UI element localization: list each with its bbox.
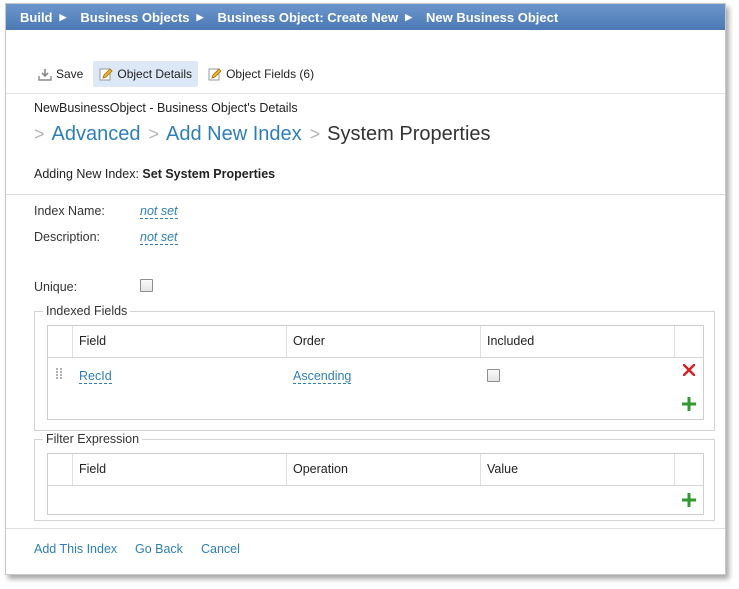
edit-icon — [99, 68, 113, 81]
add-row-icon[interactable] — [682, 493, 696, 507]
heading-link-advanced[interactable]: Advanced — [52, 123, 141, 146]
drag-handle-icon[interactable] — [56, 368, 64, 380]
cancel-link[interactable]: Cancel — [201, 542, 240, 556]
column-header-included[interactable]: Included — [487, 326, 534, 357]
breadcrumb: Build ▶ Business Objects ▶ Business Obje… — [6, 4, 725, 30]
grid-header: Field Order Included — [48, 326, 703, 358]
column-divider — [674, 454, 675, 485]
toolbar: Save Object Details Object Fields (6) — [6, 61, 324, 87]
column-divider — [286, 326, 287, 357]
object-details-button[interactable]: Object Details — [93, 61, 199, 87]
column-header-value[interactable]: Value — [487, 454, 518, 485]
object-fields-button[interactable]: Object Fields (6) — [202, 61, 320, 87]
object-fields-label: Object Fields (6) — [226, 67, 315, 81]
subtitle-divider — [6, 194, 725, 195]
column-divider — [480, 326, 481, 357]
unique-checkbox[interactable] — [140, 279, 153, 292]
triangle-right-icon: ▶ — [196, 11, 204, 22]
column-header-order[interactable]: Order — [293, 326, 325, 357]
column-divider — [674, 326, 675, 357]
add-this-index-link[interactable]: Add This Index — [34, 542, 117, 556]
object-details-label: Object Details — [117, 67, 193, 81]
indexed-fields-grid: Field Order Included RecId Ascending — [47, 325, 704, 420]
edit-icon — [208, 68, 222, 81]
page-heading: > Advanced > Add New Index > System Prop… — [34, 123, 491, 146]
triangle-right-icon: ▶ — [59, 11, 67, 22]
filter-expression-group: Filter Expression Field Operation Value — [34, 432, 715, 521]
index-name-label: Index Name: — [34, 204, 105, 218]
column-divider — [480, 454, 481, 485]
breadcrumb-item-label: Business Object: Create New — [217, 9, 399, 25]
breadcrumb-item-new-business-object[interactable]: New Business Object — [412, 10, 558, 25]
triangle-right-icon: ▶ — [405, 11, 412, 22]
column-divider — [72, 454, 73, 485]
description-value[interactable]: not set — [140, 230, 178, 245]
heading-link-add-new-index[interactable]: Add New Index — [166, 123, 302, 146]
subtitle-prefix: Adding New Index: — [34, 167, 139, 181]
filter-expression-legend: Filter Expression — [43, 432, 143, 446]
indexed-fields-legend: Indexed Fields — [43, 304, 131, 318]
row-order-link[interactable]: Ascending — [293, 369, 352, 384]
footer-divider — [6, 528, 725, 529]
index-name-value[interactable]: not set — [140, 204, 178, 219]
chevron-right-icon: > — [34, 124, 45, 144]
grid-header: Field Operation Value — [48, 454, 703, 486]
toolbar-divider — [6, 93, 725, 94]
column-header-field[interactable]: Field — [79, 326, 106, 357]
breadcrumb-item-label: Build — [20, 9, 53, 25]
indexed-fields-group: Indexed Fields Field Order Included RecI… — [34, 304, 715, 431]
column-divider — [286, 454, 287, 485]
delete-icon[interactable] — [683, 364, 695, 376]
heading-current: System Properties — [327, 123, 491, 145]
column-divider — [72, 326, 73, 357]
breadcrumb-item-label: New Business Object — [426, 9, 559, 25]
row-included-checkbox[interactable] — [487, 369, 500, 382]
page-subtitle: Adding New Index: Set System Properties — [34, 167, 275, 181]
breadcrumb-item-business-objects[interactable]: Business Objects ▶ — [66, 10, 203, 25]
unique-label: Unique: — [34, 280, 78, 294]
download-icon — [38, 68, 52, 81]
breadcrumb-item-label: Business Objects — [80, 9, 190, 25]
add-row-icon[interactable] — [682, 397, 696, 411]
chevron-right-icon: > — [309, 124, 321, 144]
row-field-link[interactable]: RecId — [79, 369, 112, 384]
subtitle-value: Set System Properties — [142, 167, 276, 181]
column-header-operation[interactable]: Operation — [293, 454, 348, 485]
column-header-field[interactable]: Field — [79, 454, 106, 485]
filter-expression-grid: Field Operation Value — [47, 453, 704, 515]
object-title: NewBusinessObject - Business Object's De… — [34, 101, 298, 115]
go-back-link[interactable]: Go Back — [135, 542, 183, 556]
save-button-label: Save — [56, 67, 84, 81]
breadcrumb-item-build[interactable]: Build ▶ — [6, 10, 66, 25]
breadcrumb-item-create-new[interactable]: Business Object: Create New ▶ — [203, 10, 412, 25]
description-label: Description: — [34, 230, 100, 244]
save-button[interactable]: Save — [32, 61, 89, 87]
window: Build ▶ Business Objects ▶ Business Obje… — [5, 3, 726, 575]
chevron-right-icon: > — [148, 124, 159, 144]
